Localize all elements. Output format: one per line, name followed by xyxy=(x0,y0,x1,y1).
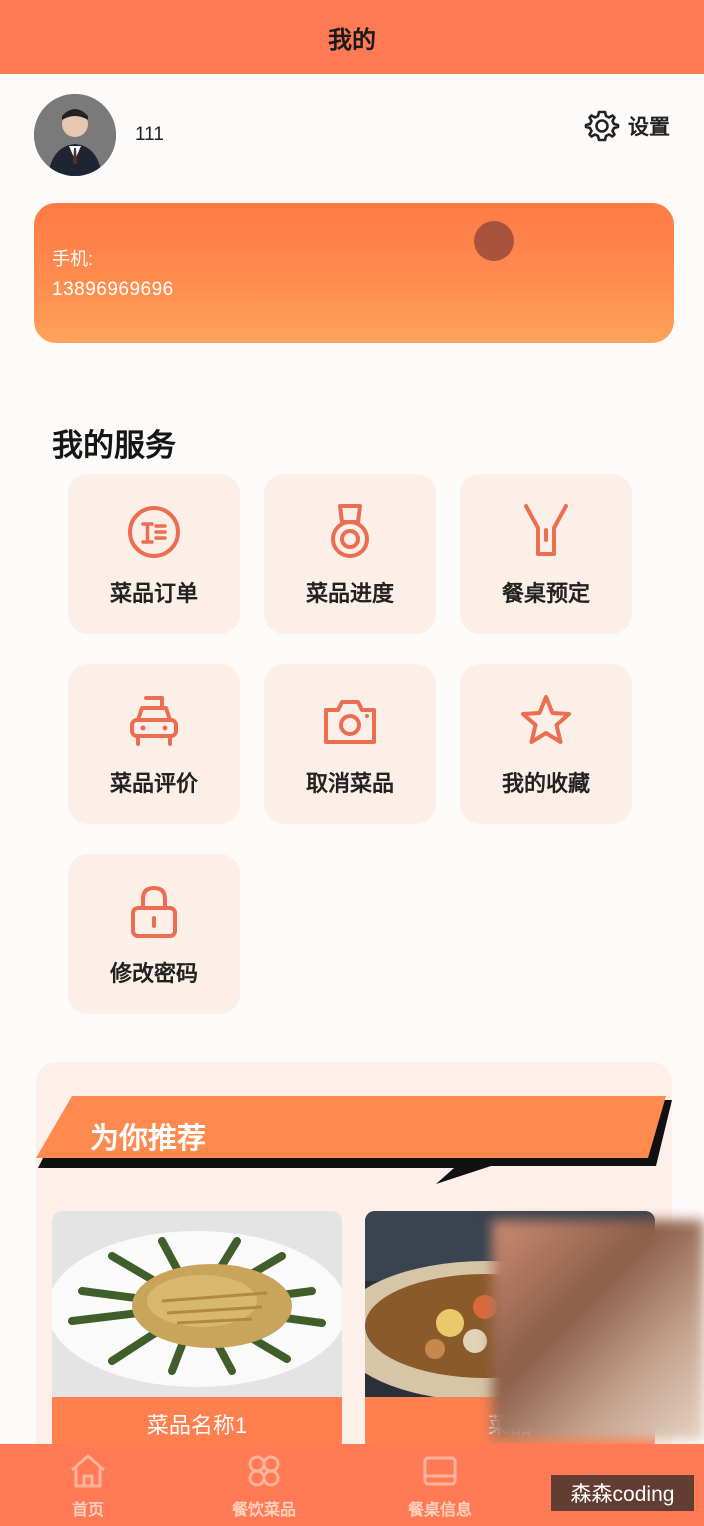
phone-card: 手机: 13896969696 xyxy=(34,203,674,343)
gear-icon xyxy=(584,110,620,142)
table-icon xyxy=(423,1456,457,1486)
recommend-item[interactable]: 菜品名称1 xyxy=(52,1211,342,1451)
car-icon xyxy=(130,696,178,746)
services-title: 我的服务 xyxy=(52,428,176,463)
touch-indicator xyxy=(474,221,514,261)
lock-icon xyxy=(131,885,177,938)
order-list-icon xyxy=(128,506,180,558)
tab-label: 餐桌信息 xyxy=(407,1502,472,1519)
service-label: 菜品进度 xyxy=(305,581,394,606)
service-label: 菜品评价 xyxy=(109,771,198,796)
dish-photo xyxy=(52,1211,342,1397)
flashlight-icon xyxy=(524,504,568,556)
settings-button[interactable]: 设置 xyxy=(584,108,670,144)
username: 111 xyxy=(135,124,164,145)
tab-home[interactable]: 首页 xyxy=(0,1444,176,1526)
tab-dishes[interactable]: 餐饮菜品 xyxy=(176,1444,352,1526)
service-dish-review[interactable]: 菜品评价 xyxy=(68,664,240,824)
tab-label: 餐饮菜品 xyxy=(231,1502,296,1519)
service-my-favorites[interactable]: 我的收藏 xyxy=(460,664,632,824)
tab-label: 首页 xyxy=(71,1502,104,1519)
dish-name: 菜品名称1 xyxy=(52,1397,342,1451)
top-header: 我的 xyxy=(0,0,704,74)
camera-icon xyxy=(324,700,376,744)
avatar-photo xyxy=(34,94,116,176)
service-label: 取消菜品 xyxy=(305,771,394,796)
phone-label: 手机: xyxy=(52,249,94,269)
profile-row: 111 设置 xyxy=(0,74,704,194)
service-table-reservation[interactable]: 餐桌预定 xyxy=(460,474,632,634)
home-icon xyxy=(71,1454,105,1488)
blurred-overlay xyxy=(492,1220,704,1440)
service-change-password[interactable]: 修改密码 xyxy=(68,854,240,1014)
service-label: 菜品订单 xyxy=(109,581,198,606)
settings-label: 设置 xyxy=(628,116,670,139)
star-icon xyxy=(521,695,571,744)
recommend-title: 为你推荐 xyxy=(90,1123,207,1155)
service-cancel-dish[interactable]: 取消菜品 xyxy=(264,664,436,824)
service-dish-progress[interactable]: 菜品进度 xyxy=(264,474,436,634)
service-label: 我的收藏 xyxy=(501,771,590,796)
avatar[interactable] xyxy=(34,94,116,176)
medal-icon xyxy=(331,504,369,558)
tab-table-info[interactable]: 餐桌信息 xyxy=(352,1444,528,1526)
phone-value: 13896969696 xyxy=(52,279,174,300)
page-title: 我的 xyxy=(328,26,376,54)
grid-icon xyxy=(248,1455,280,1487)
watermark: 森森coding xyxy=(551,1475,694,1511)
service-label: 修改密码 xyxy=(109,961,198,986)
service-label: 餐桌预定 xyxy=(501,581,590,606)
service-dish-orders[interactable]: 菜品订单 xyxy=(68,474,240,634)
